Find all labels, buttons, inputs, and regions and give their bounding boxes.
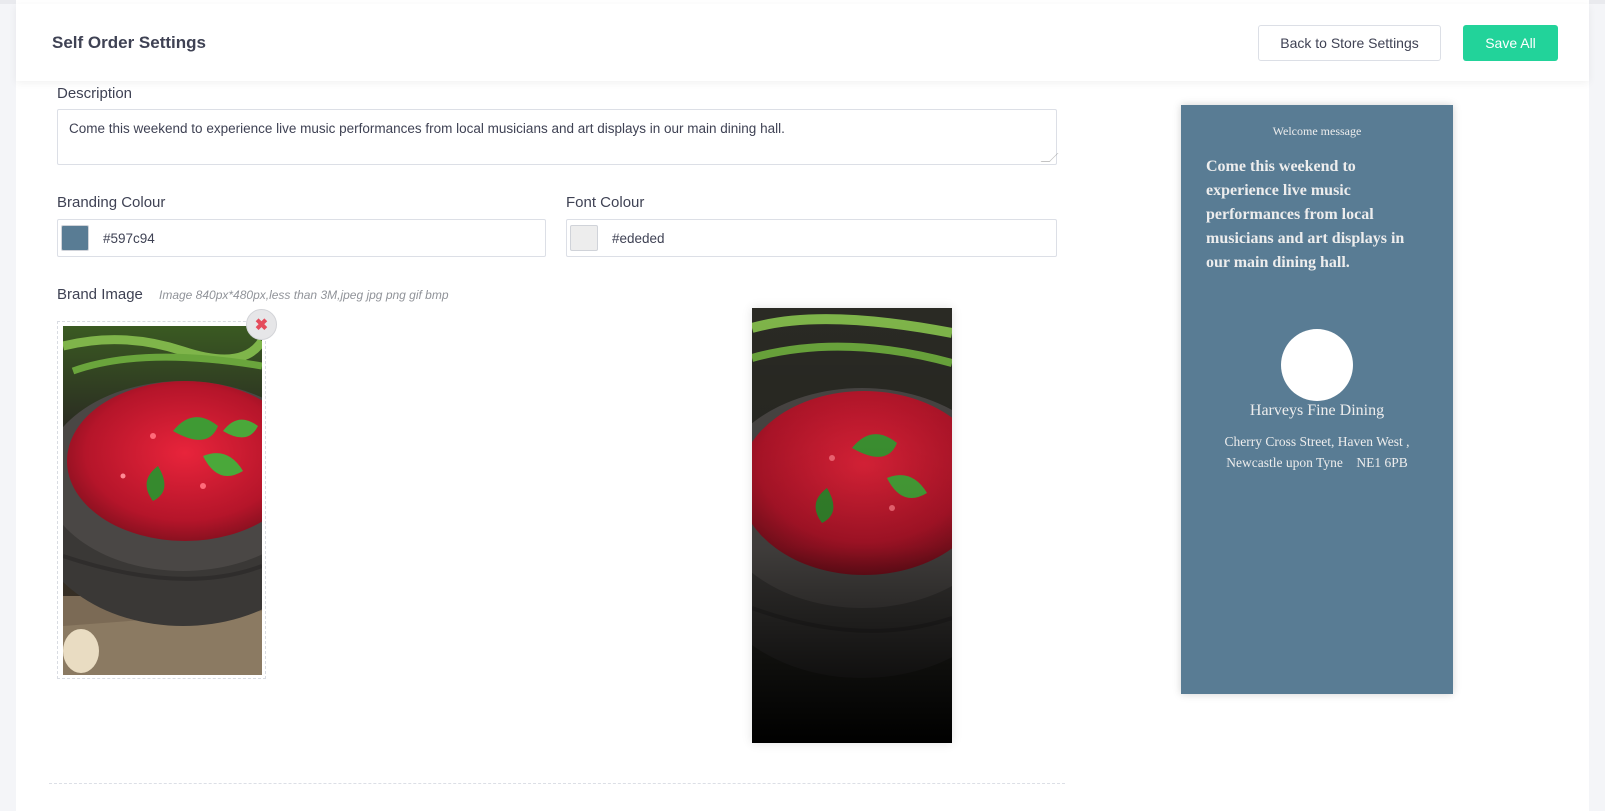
brand-image-label: Brand Image [57,286,143,303]
brand-image-upload[interactable] [57,321,266,679]
preview-address-line1: Cherry Cross Street, Haven West , [1224,434,1410,449]
remove-image-button[interactable]: ✖ [246,309,277,340]
preview-address: Cherry Cross Street, Haven West , Newcas… [1201,431,1433,473]
preview-store-name: Harveys Fine Dining [1249,402,1385,419]
page-title: Self Order Settings [52,33,206,52]
preview-welcome-title: Welcome message [1272,124,1362,138]
branding-colour-swatch[interactable] [61,225,89,251]
font-colour-swatch[interactable] [570,225,598,251]
store-logo-avatar [1281,329,1353,401]
branding-colour-field[interactable]: #597c94 [57,219,546,257]
close-icon: ✖ [254,316,269,334]
brand-image-thumbnail [63,326,262,675]
font-colour-label: Font Colour [566,194,645,211]
description-label: Description [57,85,133,102]
description-text: Come this weekend to experience live mus… [69,121,785,136]
preview-description: Come this weekend to experience live mus… [1206,158,1405,271]
branding-colour-value: #597c94 [103,230,155,246]
description-textarea[interactable]: Come this weekend to experience live mus… [57,109,1059,165]
preview-address-line2: Newcastle upon Tyne NE1 6PB [1226,455,1408,470]
header-bar: Self Order Settings Back to Store Settin… [16,4,1589,81]
resize-handle-icon[interactable] [1040,153,1059,162]
brand-image-preview [752,308,952,743]
branding-colour-label: Branding Colour [57,194,166,211]
back-to-store-settings-button[interactable]: Back to Store Settings [1258,25,1441,61]
section-divider [49,783,1065,784]
font-colour-field[interactable]: #ededed [566,219,1057,257]
save-all-button[interactable]: Save All [1463,25,1558,61]
mobile-preview: Welcome message Come this weekend to exp… [1181,105,1453,694]
brand-image-hint: Image 840px*480px,less than 3M,jpeg jpg … [159,288,449,302]
font-colour-value: #ededed [612,230,665,246]
